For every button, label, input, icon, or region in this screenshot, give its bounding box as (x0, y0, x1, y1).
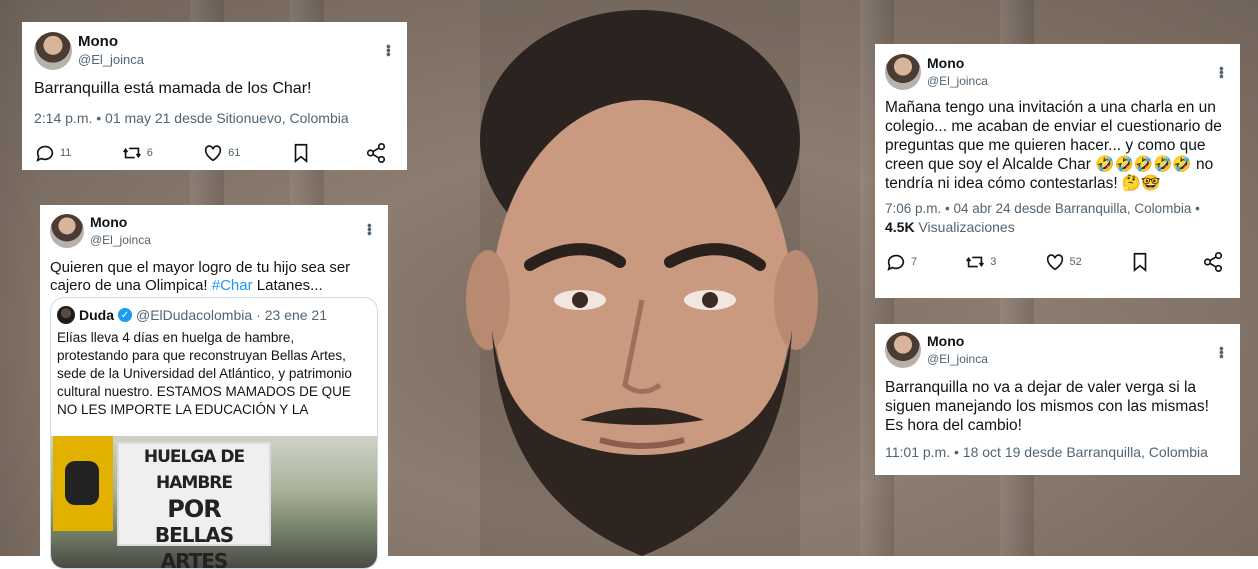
views: 4.5K Visualizaciones (885, 219, 1230, 235)
username[interactable]: @El_joinca (90, 231, 151, 249)
share-icon (366, 143, 386, 163)
bookmark-button[interactable] (1129, 251, 1155, 273)
banner-line: BELLAS ARTES (154, 523, 234, 568)
more-icon[interactable]: ••• (1214, 346, 1230, 358)
quoted-username[interactable]: @ElDudacolombia (136, 307, 252, 323)
reply-icon (887, 254, 905, 271)
more-icon[interactable]: ••• (362, 223, 378, 235)
display-name[interactable]: Mono (90, 213, 151, 231)
like-button[interactable]: 52 (1044, 251, 1082, 273)
username[interactable]: @El_joinca (927, 72, 988, 90)
retweet-icon (966, 256, 985, 268)
tweet-meta: 2:14 p.m. • 01 may 21 desde Sitionuevo, … (34, 110, 349, 126)
share-icon (1203, 252, 1223, 272)
like-count: 61 (228, 147, 241, 159)
tweet-card[interactable]: Mono @El_joinca ••• Quieren que el mayor… (40, 205, 388, 569)
quoted-date: · 23 ene 21 (256, 307, 327, 323)
tweet-text: Barranquilla está mamada de los Char! (34, 80, 312, 97)
views-label: Visualizaciones (918, 219, 1015, 235)
reply-icon (36, 145, 54, 162)
tweet-card[interactable]: Mono @El_joinca ••• Barranquilla está ma… (22, 22, 407, 170)
avatar[interactable] (885, 332, 921, 368)
reply-button[interactable]: 7 (885, 251, 917, 273)
like-icon (204, 145, 222, 162)
bookmark-icon (294, 143, 308, 164)
reply-count: 11 (60, 147, 72, 159)
protest-banner: HUELGA DE HAMBRE POR BELLAS ARTES (117, 442, 271, 568)
bookmark-button[interactable] (290, 142, 316, 164)
share-button[interactable] (365, 142, 391, 164)
like-icon (1046, 254, 1063, 271)
more-icon[interactable]: ••• (381, 44, 397, 56)
hashtag-link[interactable]: #Char (212, 277, 253, 294)
banner-line: HUELGA DE HAMBRE (143, 447, 245, 493)
avatar[interactable] (50, 214, 84, 248)
banner-line: POR (167, 495, 221, 523)
tweet-text-part: Latanes... (252, 277, 323, 294)
share-button[interactable] (1202, 251, 1228, 273)
tweet-text: Quieren que el mayor logro de tu hijo se… (50, 259, 378, 295)
avatar[interactable] (57, 306, 75, 324)
retweet-count: 3 (990, 256, 997, 268)
avatar[interactable] (885, 54, 921, 90)
tweet-card[interactable]: Mono @El_joinca ••• Barranquilla no va a… (875, 324, 1240, 475)
tweet-text: Mañana tengo una invitación a una charla… (885, 99, 1222, 192)
man-portrait (466, 0, 818, 556)
retweet-button[interactable]: 3 (964, 251, 996, 273)
more-icon[interactable]: ••• (1214, 66, 1230, 78)
reply-button[interactable]: 11 (34, 142, 71, 164)
avatar[interactable] (34, 32, 72, 70)
retweet-icon (122, 147, 141, 159)
protest-flag (53, 436, 113, 531)
retweet-button[interactable]: 6 (121, 142, 153, 164)
like-count: 52 (1069, 256, 1082, 268)
reply-count: 7 (911, 256, 918, 268)
username[interactable]: @El_joinca (927, 350, 988, 368)
retweet-count: 6 (146, 147, 153, 159)
tweet-meta: 7:06 p.m. • 04 abr 24 desde Barranquilla… (885, 201, 1200, 216)
tweet-card[interactable]: Mono @El_joinca ••• Mañana tengo una inv… (875, 44, 1240, 298)
quoted-display-name[interactable]: Duda (79, 307, 114, 323)
display-name[interactable]: Mono (78, 33, 144, 51)
tweet-meta: 11:01 p.m. • 18 oct 19 desde Barranquill… (885, 444, 1208, 460)
display-name[interactable]: Mono (927, 332, 988, 350)
verified-icon: ✓ (118, 308, 132, 322)
username[interactable]: @El_joinca (78, 51, 144, 69)
tweet-text: Barranquilla no va a dejar de valer verg… (885, 379, 1209, 434)
display-name[interactable]: Mono (927, 54, 988, 72)
quoted-photo[interactable]: HUELGA DE HAMBRE POR BELLAS ARTES (51, 436, 377, 568)
quoted-tweet[interactable]: Duda ✓ @ElDudacolombia · 23 ene 21 Elías… (50, 297, 378, 569)
bookmark-icon (1133, 252, 1147, 273)
quoted-text: Elías lleva 4 días en huelga de hambre, … (57, 330, 352, 417)
views-count: 4.5K (885, 219, 915, 235)
like-button[interactable]: 61 (202, 142, 240, 164)
